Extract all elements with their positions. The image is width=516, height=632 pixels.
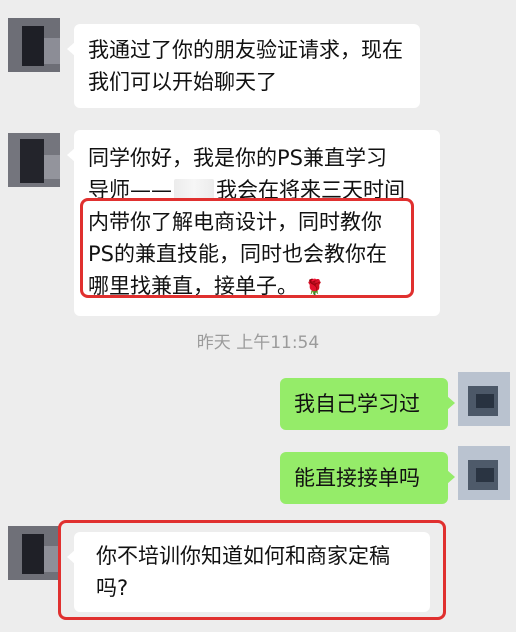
annotation-box — [58, 520, 446, 620]
contact-avatar[interactable] — [8, 18, 60, 72]
message-bubble[interactable]: 我通过了你的朋友验证请求，现在 我们可以开始聊天了 — [67, 24, 420, 108]
message-bubble-sent[interactable]: 能直接接单吗 — [280, 452, 455, 504]
contact-avatar[interactable] — [8, 133, 60, 187]
contact-avatar[interactable] — [8, 526, 60, 580]
my-avatar[interactable] — [458, 446, 510, 500]
message-text: 能直接接单吗 — [294, 466, 420, 490]
message-text: 我自己学习过 — [294, 392, 420, 416]
message-bubble-sent[interactable]: 我自己学习过 — [280, 378, 455, 430]
timestamp: 昨天 上午11:54 — [196, 333, 320, 353]
my-avatar[interactable] — [458, 372, 510, 426]
message-text: 我通过了你的朋友验证请求，现在 — [88, 38, 403, 62]
message-text: 同学你好，我是你的PS兼直学习 — [88, 146, 387, 170]
annotation-box — [80, 198, 414, 298]
message-text: 我们可以开始聊天了 — [88, 70, 277, 94]
